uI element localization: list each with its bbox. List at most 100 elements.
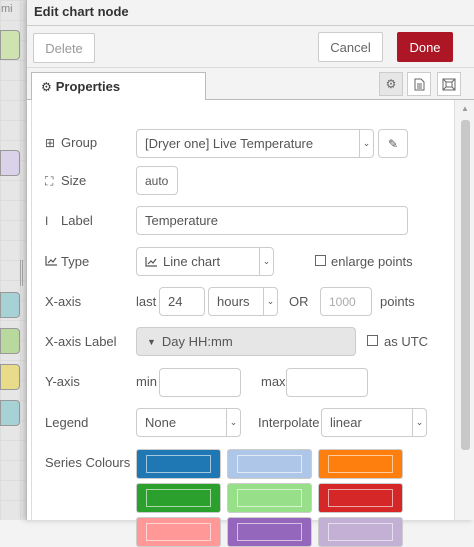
caret-down-icon: ▼ <box>147 336 156 347</box>
enlarge-points-checkbox[interactable] <box>315 255 326 266</box>
resize-icon: ⛶ <box>45 174 54 188</box>
table-icon: ⊞ <box>45 136 56 150</box>
legend-select[interactable]: None ⌄ <box>136 408 241 437</box>
workspace-text-fragment: mi <box>1 3 13 15</box>
line-chart-icon <box>45 256 57 266</box>
edit-tray: Edit chart node Delete Cancel Done ⚙ Prop… <box>26 0 474 547</box>
text-cursor-icon: I <box>45 214 49 228</box>
xaxis-points-label: points <box>380 294 415 309</box>
xaxis-unit-select[interactable]: hours ⌄ <box>208 287 278 316</box>
series-colour-swatch[interactable] <box>227 449 312 479</box>
interpolate-label: Interpolate <box>258 415 320 430</box>
label-label: I Label <box>45 213 93 228</box>
chevron-down-icon: ⌄ <box>359 130 373 157</box>
label-input-value: Temperature <box>145 213 218 228</box>
series-colour-swatch[interactable] <box>136 483 221 513</box>
group-select-value: [Dryer one] Live Temperature <box>145 136 314 151</box>
description-tab-button[interactable] <box>407 72 431 96</box>
workspace-node[interactable] <box>0 292 20 318</box>
scrollbar-thumb[interactable] <box>461 120 470 450</box>
series-colour-swatch-inner <box>237 489 302 507</box>
xaxis-last-label: last <box>136 294 157 309</box>
xaxis-unit-value: hours <box>217 294 250 309</box>
as-utc-label: as UTC <box>384 334 429 349</box>
workspace-canvas[interactable]: mi <box>0 0 26 520</box>
tab-properties-label: Properties <box>55 79 121 94</box>
type-select[interactable]: Line chart ⌄ <box>136 247 274 276</box>
series-colour-swatch-inner <box>328 523 393 541</box>
series-colour-swatch-inner <box>237 523 302 541</box>
xaxis-points-placeholder: 1000 <box>329 294 356 309</box>
yaxis-max-input[interactable] <box>286 368 368 397</box>
properties-scrollbar[interactable]: ▲ <box>455 100 474 520</box>
pencil-icon: ✎ <box>387 136 399 151</box>
done-button[interactable]: Done <box>397 32 453 62</box>
label-input[interactable]: Temperature <box>136 206 408 235</box>
tray-title: Edit chart node <box>27 0 474 26</box>
series-colour-swatch[interactable] <box>227 517 312 547</box>
series-colour-swatch-inner <box>328 455 393 473</box>
tab-properties[interactable]: ⚙ Properties <box>31 72 206 101</box>
chevron-down-icon: ⌄ <box>412 409 426 436</box>
series-colour-swatch[interactable] <box>318 449 403 479</box>
series-colour-swatch[interactable] <box>227 483 312 513</box>
size-button[interactable]: auto <box>136 166 178 195</box>
group-select[interactable]: [Dryer one] Live Temperature ⌄ <box>136 129 374 158</box>
interpolate-select[interactable]: linear ⌄ <box>321 408 427 437</box>
tab-bar: ⚙ Properties ⚙ <box>27 68 474 101</box>
gear-icon: ⚙ <box>41 80 52 94</box>
series-colour-swatch[interactable] <box>318 483 403 513</box>
node-settings-tab-button[interactable]: ⚙ <box>379 72 403 96</box>
xaxis-points-input[interactable]: 1000 <box>320 287 372 316</box>
workspace-node[interactable] <box>0 150 20 176</box>
chevron-down-icon: ⌄ <box>226 409 240 436</box>
series-colour-swatch-inner <box>146 523 211 541</box>
group-edit-button[interactable]: ✎ <box>378 129 408 158</box>
scroll-up-icon[interactable]: ▲ <box>461 104 469 113</box>
workspace-node[interactable] <box>0 364 20 390</box>
xaxis-last-value: 24 <box>168 294 183 309</box>
interpolate-select-value: linear <box>330 415 362 430</box>
xaxis-last-input[interactable]: 24 <box>159 287 205 316</box>
appearance-tab-button[interactable] <box>437 72 461 96</box>
properties-panel: ⊞ Group [Dryer one] Live Temperature ⌄ ✎ … <box>31 100 455 547</box>
series-colour-swatch[interactable] <box>318 517 403 547</box>
xaxis-label-value: Day HH:mm <box>161 334 233 349</box>
series-colour-swatch[interactable] <box>136 449 221 479</box>
chevron-down-icon: ⌄ <box>263 288 277 315</box>
enlarge-points-label: enlarge points <box>331 254 413 269</box>
line-chart-icon <box>145 257 157 267</box>
cancel-button[interactable]: Cancel <box>318 32 383 62</box>
xaxis-label-select[interactable]: ▼ Day HH:mm <box>136 327 356 356</box>
group-label: ⊞ Group <box>45 135 98 150</box>
xaxis-label: X-axis <box>45 294 82 309</box>
yaxis-max-label: max <box>261 374 286 389</box>
as-utc-checkbox[interactable] <box>367 335 378 346</box>
type-select-value: Line chart <box>163 254 221 269</box>
xaxis-or-label: OR <box>289 294 309 309</box>
series-colour-swatch-inner <box>146 489 211 507</box>
series-colour-swatch-inner <box>146 455 211 473</box>
series-colour-swatch[interactable] <box>136 517 221 547</box>
chevron-down-icon: ⌄ <box>259 248 273 275</box>
gear-icon: ⚙ <box>385 77 397 91</box>
series-colour-swatch-inner <box>237 455 302 473</box>
frame-icon <box>442 78 456 90</box>
yaxis-min-label: min <box>136 374 157 389</box>
xaxis-label-label: X-axis Label <box>45 334 117 349</box>
series-colour-swatch-inner <box>328 489 393 507</box>
document-icon <box>414 78 424 90</box>
workspace-node[interactable] <box>0 400 20 426</box>
legend-label: Legend <box>45 415 89 430</box>
yaxis-label: Y-axis <box>45 374 80 389</box>
series-colours-label: Series Colours <box>45 455 131 470</box>
workspace-node[interactable] <box>0 30 20 60</box>
line-chart-icon <box>45 255 61 269</box>
size-value: auto <box>145 173 169 188</box>
yaxis-min-input[interactable] <box>159 368 241 397</box>
legend-select-value: None <box>145 415 177 430</box>
delete-button[interactable]: Delete <box>33 33 95 63</box>
workspace-node[interactable] <box>0 328 20 354</box>
size-label: ⛶ Size <box>45 173 87 188</box>
workspace-splitter-handle[interactable] <box>20 260 23 286</box>
